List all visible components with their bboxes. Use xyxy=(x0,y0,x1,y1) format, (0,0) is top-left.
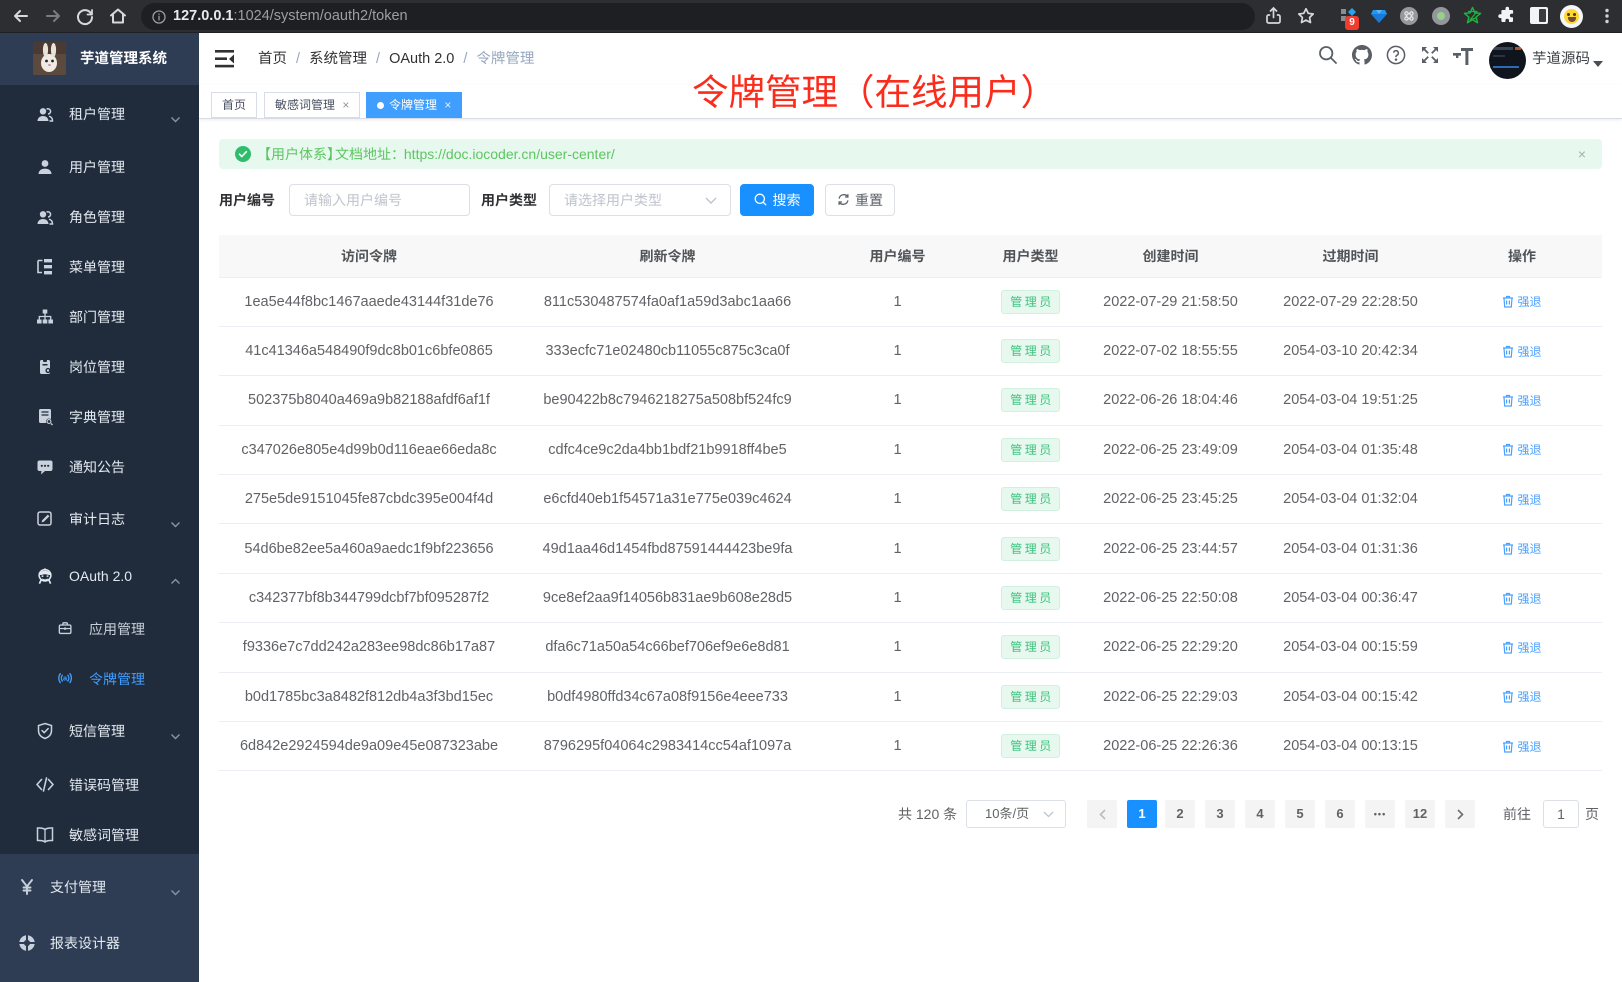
svg-text:a: a xyxy=(63,674,68,683)
